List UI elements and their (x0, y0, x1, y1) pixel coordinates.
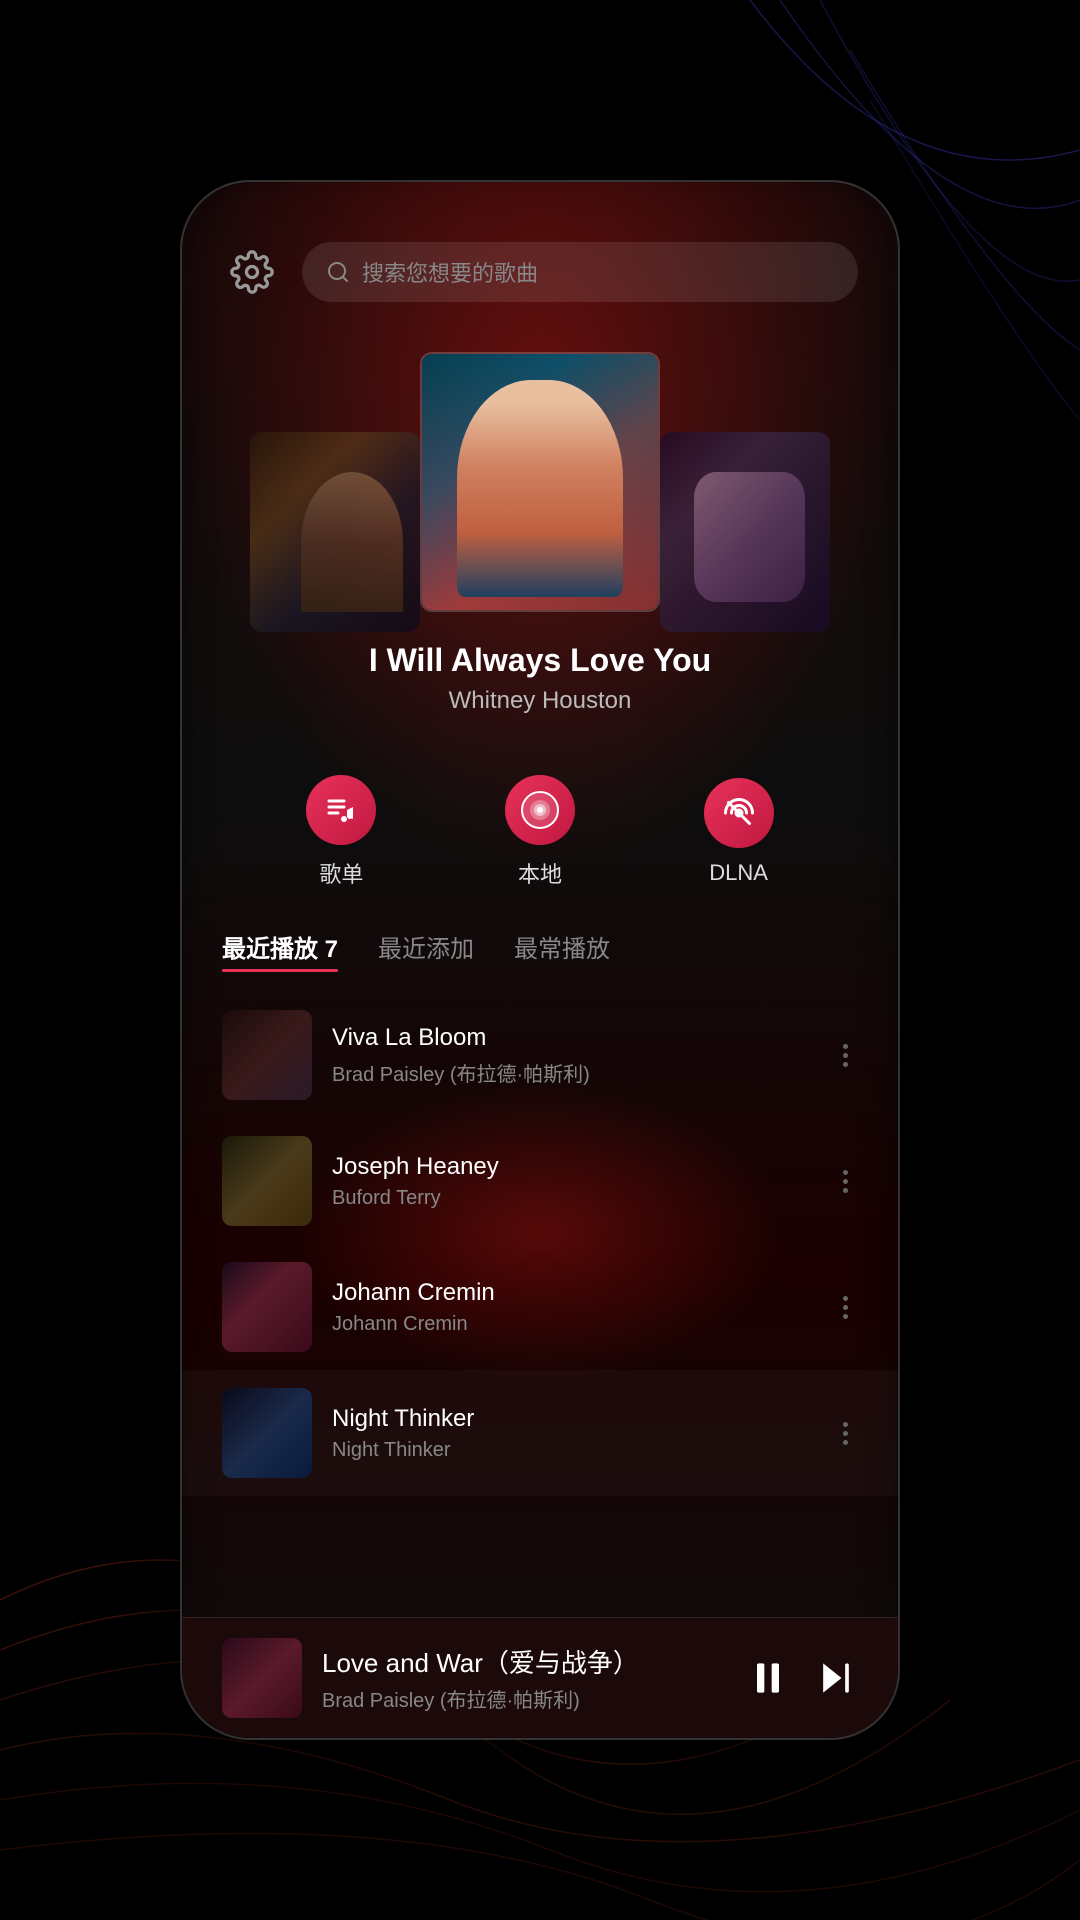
header: 搜索您想要的歌曲 (182, 182, 898, 322)
tab-added[interactable]: 最近添加 (378, 929, 474, 972)
album-card-right[interactable] (660, 432, 830, 632)
song-thumb-3 (222, 1262, 312, 1352)
playlist-icon (306, 775, 376, 845)
song-info-4: Night Thinker Night Thinker (332, 1405, 813, 1462)
nav-playlist[interactable]: 歌单 (306, 775, 376, 889)
song-info-3: Johann Cremin Johann Cremin (332, 1279, 813, 1336)
song-info-1: Viva La Bloom Brad Paisley (布拉德·帕斯利) (332, 1024, 813, 1087)
pause-button[interactable] (746, 1656, 790, 1700)
np-thumbnail (222, 1638, 302, 1718)
album-card-center[interactable] (420, 352, 660, 612)
song-artist-2: Buford Terry (332, 1187, 813, 1210)
song-menu-btn-4[interactable] (833, 1412, 858, 1455)
tabs-section: 最近播放 7 最近添加 最常播放 (182, 909, 898, 982)
tab-recent[interactable]: 最近播放 7 (222, 929, 338, 972)
nav-dlna-label: DLNA (709, 860, 768, 886)
song-artist-3: Johann Cremin (332, 1313, 813, 1336)
song-item-3[interactable]: Johann Cremin Johann Cremin (182, 1244, 898, 1370)
song-title-2: Joseph Heaney (332, 1153, 813, 1181)
now-playing-bar[interactable]: Love and War（爱与战争） Brad Paisley (布拉德·帕斯利… (182, 1617, 898, 1738)
featured-song-artist: Whitney Houston (449, 687, 632, 715)
song-thumb-4 (222, 1388, 312, 1478)
album-carousel: I Will Always Love You Whitney Houston (182, 322, 898, 735)
song-menu-btn-2[interactable] (833, 1160, 858, 1203)
song-thumb-2 (222, 1136, 312, 1226)
song-menu-btn-1[interactable] (833, 1034, 858, 1077)
skip-next-button[interactable] (814, 1656, 858, 1700)
song-item-2[interactable]: Joseph Heaney Buford Terry (182, 1118, 898, 1244)
search-placeholder: 搜索您想要的歌曲 (362, 256, 538, 288)
settings-button[interactable] (222, 242, 282, 302)
song-artist-4: Night Thinker (332, 1439, 813, 1462)
np-controls (746, 1656, 858, 1700)
dlna-icon (704, 778, 774, 848)
local-icon (505, 775, 575, 845)
song-item-1[interactable]: Viva La Bloom Brad Paisley (布拉德·帕斯利) (182, 992, 898, 1118)
song-title-1: Viva La Bloom (332, 1024, 813, 1052)
song-menu-btn-3[interactable] (833, 1286, 858, 1329)
song-artist-1: Brad Paisley (布拉德·帕斯利) (332, 1058, 813, 1087)
phone-frame: 搜索您想要的歌曲 I Will Always Love You Whit (180, 180, 900, 1740)
song-info-2: Joseph Heaney Buford Terry (332, 1153, 813, 1210)
nav-local[interactable]: 本地 (505, 775, 575, 889)
song-title-3: Johann Cremin (332, 1279, 813, 1307)
song-list: Viva La Bloom Brad Paisley (布拉德·帕斯利) Jos… (182, 982, 898, 1617)
np-info: Love and War（爱与战争） Brad Paisley (布拉德·帕斯利… (322, 1643, 726, 1713)
album-card-left[interactable] (250, 432, 420, 632)
np-title: Love and War（爱与战争） (322, 1643, 726, 1680)
nav-dlna[interactable]: DLNA (704, 778, 774, 886)
nav-local-label: 本地 (518, 857, 562, 889)
song-thumb-1 (222, 1010, 312, 1100)
nav-icons: 歌单 本地 (182, 735, 898, 909)
search-bar[interactable]: 搜索您想要的歌曲 (302, 242, 858, 302)
tab-frequent[interactable]: 最常播放 (514, 929, 610, 972)
song-item-4[interactable]: Night Thinker Night Thinker (182, 1370, 898, 1496)
np-artist: Brad Paisley (布拉德·帕斯利) (322, 1684, 726, 1713)
featured-song-title: I Will Always Love You (369, 642, 711, 679)
song-title-4: Night Thinker (332, 1405, 813, 1433)
nav-playlist-label: 歌单 (319, 857, 363, 889)
